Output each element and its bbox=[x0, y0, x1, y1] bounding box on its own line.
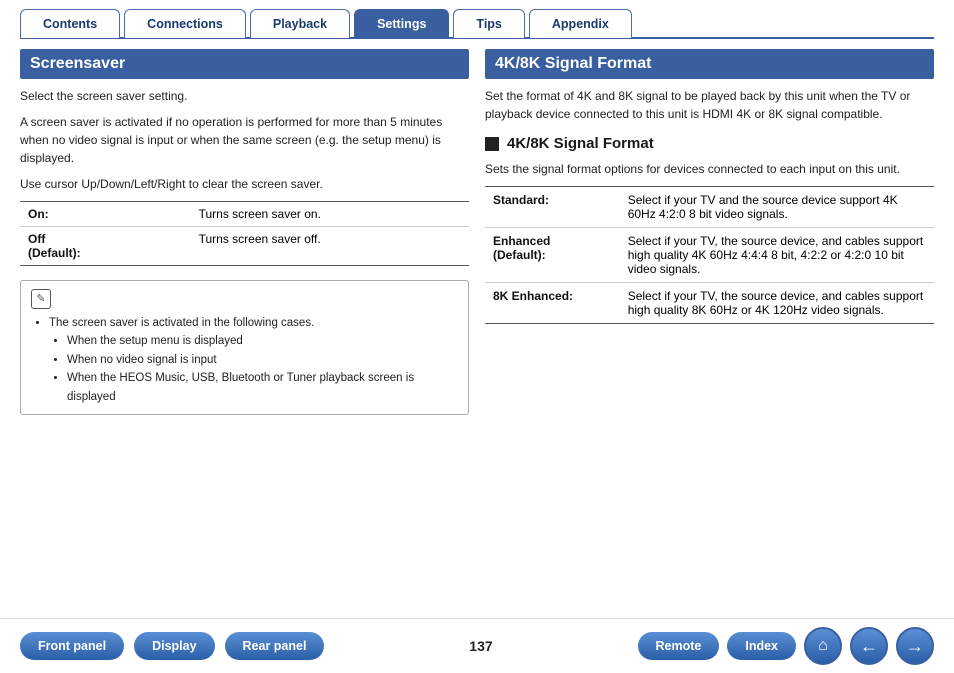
remote-button[interactable]: Remote bbox=[638, 632, 720, 660]
footer-left: Front panel Display Rear panel bbox=[20, 632, 324, 660]
standard-label: Standard: bbox=[485, 187, 620, 228]
list-item: When the HEOS Music, USB, Bluetooth or T… bbox=[67, 369, 458, 406]
tab-appendix[interactable]: Appendix bbox=[529, 9, 632, 38]
screensaver-intro1: Select the screen saver setting. bbox=[20, 87, 469, 105]
standard-desc: Select if your TV and the source device … bbox=[620, 187, 934, 228]
square-icon bbox=[485, 137, 499, 151]
enhanced-desc: Select if your TV, the source device, an… bbox=[620, 228, 934, 283]
signal-format-intro: Set the format of 4K and 8K signal to be… bbox=[485, 87, 934, 123]
pencil-icon: ✎ bbox=[31, 289, 51, 309]
display-button[interactable]: Display bbox=[134, 632, 214, 660]
left-column: Screensaver Select the screen saver sett… bbox=[20, 49, 469, 608]
setting-on-label: On: bbox=[20, 202, 191, 227]
table-row: Enhanced(Default): Select if your TV, th… bbox=[485, 228, 934, 283]
index-button[interactable]: Index bbox=[727, 632, 796, 660]
tab-settings[interactable]: Settings bbox=[354, 9, 449, 38]
subsection-intro: Sets the signal format options for devic… bbox=[485, 160, 934, 178]
page-number: 137 bbox=[459, 638, 502, 654]
screensaver-intro2: A screen saver is activated if no operat… bbox=[20, 113, 469, 167]
table-row: On: Turns screen saver on. bbox=[20, 202, 469, 227]
table-row: 8K Enhanced: Select if your TV, the sour… bbox=[485, 283, 934, 324]
table-row: Standard: Select if your TV and the sour… bbox=[485, 187, 934, 228]
tab-connections[interactable]: Connections bbox=[124, 9, 246, 38]
subsection-title: 4K/8K Signal Format bbox=[507, 135, 654, 152]
subsection-header: 4K/8K Signal Format bbox=[485, 135, 934, 152]
enhanced-label: Enhanced(Default): bbox=[485, 228, 620, 283]
right-column: 4K/8K Signal Format Set the format of 4K… bbox=[485, 49, 934, 608]
setting-on-desc: Turns screen saver on. bbox=[191, 202, 469, 227]
tab-contents[interactable]: Contents bbox=[20, 9, 120, 38]
footer-right: Remote Index ⌂ ← → bbox=[638, 627, 935, 665]
home-button[interactable]: ⌂ bbox=[804, 627, 842, 665]
setting-off-label: Off(Default): bbox=[20, 227, 191, 266]
signal-format-header: 4K/8K Signal Format bbox=[485, 49, 934, 79]
list-item: The screen saver is activated in the fol… bbox=[49, 314, 458, 332]
signal-table: Standard: Select if your TV and the sour… bbox=[485, 186, 934, 324]
footer: Front panel Display Rear panel 137 Remot… bbox=[0, 618, 954, 673]
nav-tabs: Contents Connections Playback Settings T… bbox=[0, 0, 954, 37]
screensaver-table: On: Turns screen saver on. Off(Default):… bbox=[20, 201, 469, 266]
table-row: Off(Default): Turns screen saver off. bbox=[20, 227, 469, 266]
screensaver-intro3: Use cursor Up/Down/Left/Right to clear t… bbox=[20, 175, 469, 193]
rear-panel-button[interactable]: Rear panel bbox=[225, 632, 325, 660]
note-box: ✎ The screen saver is activated in the f… bbox=[20, 280, 469, 415]
note-sublist: When the setup menu is displayed When no… bbox=[67, 332, 458, 406]
tab-tips[interactable]: Tips bbox=[453, 9, 524, 38]
8k-enhanced-desc: Select if your TV, the source device, an… bbox=[620, 283, 934, 324]
main-content: Screensaver Select the screen saver sett… bbox=[0, 39, 954, 618]
screensaver-header: Screensaver bbox=[20, 49, 469, 79]
tab-playback[interactable]: Playback bbox=[250, 9, 350, 38]
note-list: The screen saver is activated in the fol… bbox=[49, 314, 458, 406]
forward-button[interactable]: → bbox=[896, 627, 934, 665]
8k-enhanced-label: 8K Enhanced: bbox=[485, 283, 620, 324]
setting-off-desc: Turns screen saver off. bbox=[191, 227, 469, 266]
list-item: When the setup menu is displayed bbox=[67, 332, 458, 350]
list-item: When no video signal is input bbox=[67, 351, 458, 369]
back-button[interactable]: ← bbox=[850, 627, 888, 665]
front-panel-button[interactable]: Front panel bbox=[20, 632, 124, 660]
